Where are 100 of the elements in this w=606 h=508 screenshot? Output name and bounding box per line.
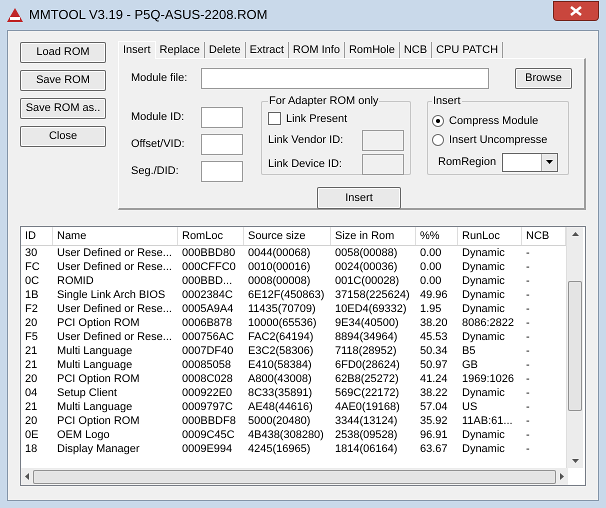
- hex-field[interactable]: [201, 107, 243, 128]
- table-cell-text: User Defined or Rese...: [56, 330, 173, 344]
- table-cell-text: 000BBD...: [181, 274, 234, 288]
- field-label: Link Vendor ID:: [268, 133, 344, 148]
- table-cell-text: 63.67: [419, 442, 449, 456]
- table-cell-text: Dynamic: [461, 302, 506, 316]
- table-cell-text: Dynamic: [461, 246, 506, 260]
- table-cell-text: 11AB:61...: [461, 414, 514, 428]
- table-cell-text: 1.95: [419, 302, 442, 316]
- radio-label: Compress Module: [449, 114, 538, 128]
- table-cell-text: US: [461, 400, 478, 414]
- table-cell-text: Dynamic: [461, 442, 506, 456]
- column-header[interactable]: ID: [21, 227, 53, 245]
- insert-button[interactable]: Insert: [317, 187, 401, 209]
- table-cell-text: -: [525, 358, 531, 372]
- field-label: Offset/VID:: [131, 137, 186, 152]
- table-cell-text: 21: [24, 358, 38, 372]
- module-file-field[interactable]: [201, 68, 489, 89]
- group-title: Insert: [432, 94, 462, 109]
- side-button[interactable]: Close: [20, 126, 106, 147]
- table-cell-text: 62B8(25272): [334, 372, 400, 386]
- table-cell-text: 000BBDF8: [181, 414, 237, 428]
- table-cell-text: 1969:1026: [461, 372, 515, 386]
- table-cell-text: 000756AC: [181, 330, 235, 344]
- table-cell-text: Single Link Arch BIOS: [56, 288, 166, 302]
- radio-button[interactable]: [432, 134, 444, 146]
- table-cell-text: 21: [24, 400, 38, 414]
- table-cell-text: 38.20: [419, 316, 449, 330]
- field-label: Seg./DID:: [131, 164, 180, 180]
- table-cell-text: Multi Language: [56, 400, 134, 414]
- table-cell-text: 49.96: [419, 288, 449, 302]
- table-cell-text: 0058(00088): [334, 246, 398, 260]
- table-cell-text: 9E34(40500): [334, 316, 400, 330]
- table-cell-text: 4AE0(19168): [334, 400, 401, 414]
- table-cell-text: PCI Option ROM: [56, 372, 141, 386]
- table-cell-text: 4245(16965): [247, 442, 312, 456]
- table-cell-text: -: [525, 246, 531, 260]
- close-icon: [570, 6, 582, 16]
- table-cell-text: User Defined or Rese...: [56, 302, 173, 316]
- table-cell-text: 0E: [24, 428, 40, 442]
- table-cell-text: 18: [24, 442, 38, 456]
- table-cell-text: 1814(06164): [334, 442, 398, 456]
- hex-field[interactable]: [201, 161, 243, 182]
- table-cell-text: 0.00: [419, 260, 442, 274]
- side-button[interactable]: Load ROM: [20, 42, 106, 63]
- column-header[interactable]: RomLoc: [178, 227, 244, 245]
- tab[interactable]: Insert: [118, 41, 156, 59]
- table-cell-text: 5000(20480): [247, 414, 312, 428]
- table-cell-text: 6FD0(28624): [334, 358, 401, 372]
- table-cell-text: 6E12F(450863): [247, 288, 326, 302]
- column-header[interactable]: %%: [416, 227, 458, 245]
- side-button[interactable]: Save ROM as..: [20, 98, 106, 119]
- table-cell-text: 96.91: [419, 428, 449, 442]
- column-header[interactable]: RunLoc: [458, 227, 522, 245]
- table-cell-text: 50.34: [419, 344, 449, 358]
- table-cell-text: F2: [24, 302, 39, 316]
- table-cell-text: 50.97: [419, 358, 449, 372]
- table-cell-text: Multi Language: [56, 358, 134, 372]
- vertical-scrollbar[interactable]: [566, 227, 583, 468]
- column-header[interactable]: Source size: [244, 227, 331, 245]
- module-file-label: Module file:: [131, 71, 188, 86]
- table-cell-text: Dynamic: [461, 330, 506, 344]
- table-cell-text: 4B438(308280): [247, 428, 325, 442]
- side-button[interactable]: Save ROM: [20, 70, 106, 91]
- table-cell-text: E3C2(58306): [247, 344, 314, 358]
- column-header[interactable]: Size in Rom: [331, 227, 416, 245]
- table-cell-text: -: [525, 386, 531, 400]
- horizontal-scrollbar[interactable]: [21, 468, 568, 485]
- table-cell-text: B5: [461, 344, 476, 358]
- radio-button[interactable]: [432, 114, 444, 127]
- scroll-left-icon: [25, 473, 29, 480]
- hex-field[interactable]: [201, 134, 243, 155]
- table-cell-text: 00085058: [181, 358, 232, 372]
- table-cell-text: Dynamic: [461, 386, 506, 400]
- table-cell-text: FC: [24, 260, 41, 274]
- table-cell-text: Display Manager: [56, 442, 141, 456]
- link-present-checkbox[interactable]: [268, 112, 281, 126]
- table-cell-text: Dynamic: [461, 428, 506, 442]
- scroll-up-icon: [572, 232, 578, 236]
- group-title: For Adapter ROM only: [268, 94, 380, 109]
- close-button[interactable]: [553, 1, 599, 21]
- table-cell-text: 7118(28952): [334, 344, 398, 358]
- table-cell-text: PCI Option ROM: [56, 414, 141, 428]
- table-cell-text: 41.24: [419, 372, 449, 386]
- rom-region-dropdown[interactable]: [502, 152, 558, 172]
- table-cell-text: -: [525, 344, 531, 358]
- table-cell-text: 1B: [24, 288, 40, 302]
- field-label: Module ID:: [131, 110, 186, 126]
- table-cell-text: -: [525, 414, 531, 428]
- table-cell-text: 0C: [24, 274, 40, 288]
- table-cell-text: 0007DF40: [181, 344, 234, 358]
- table-cell-text: -: [525, 428, 531, 442]
- table-cell-text: -: [525, 288, 531, 302]
- table-cell-text: OEM Logo: [56, 428, 111, 442]
- column-header[interactable]: Name: [53, 227, 178, 245]
- table-cell-text: 0.00: [419, 246, 442, 260]
- table-cell-text: 000CFFC0: [181, 260, 237, 274]
- table-cell-text: -: [525, 274, 531, 288]
- browse-button[interactable]: Browse: [515, 68, 572, 89]
- table-cell-text: 21: [24, 344, 38, 358]
